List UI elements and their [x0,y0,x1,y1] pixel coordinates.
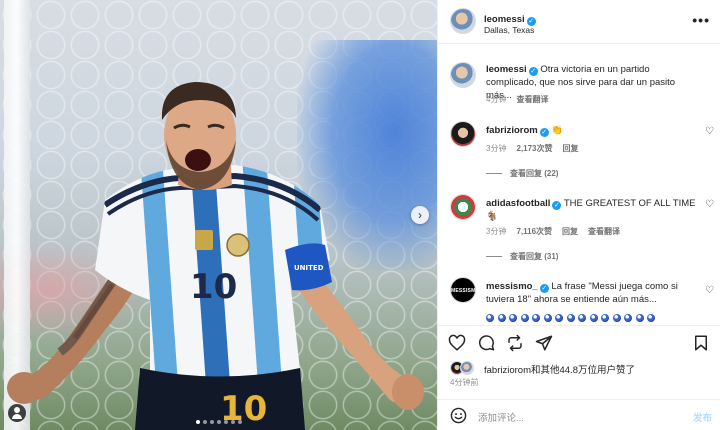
bookmark-icon[interactable] [692,334,710,352]
soccer-ball-icon [566,314,575,322]
likes-summary: fabriziorom和其他44.8万位用户赞了 4分钟前 [438,360,720,390]
soccer-ball-icon [520,314,529,322]
like-comment-icon[interactable]: ♡ [705,285,714,296]
more-options-button[interactable]: ••• [692,12,710,28]
caption-meta: 4分钟 查看翻译 [486,94,548,105]
verified-icon: ✓ [539,284,549,293]
timestamp: 3分钟 [486,144,507,153]
next-photo-button[interactable]: › [411,206,429,224]
soccer-ball-icon [589,314,598,322]
list-item: MESSISMO messismo_✓ La frase "Messi jueg… [438,275,720,325]
likes-count[interactable]: 2,173次赞 [516,144,552,153]
post-timestamp: 4分钟前 [450,378,479,387]
comment-meta: 3分钟 2,173次赞 回复 [486,143,578,154]
soccer-ball-icon [647,314,655,322]
timestamp: 4分钟 [486,95,507,104]
avatar[interactable] [460,361,474,375]
comment-text: messismo_ ✓ La frase "Messi juega como si… [486,280,700,306]
like-comment-icon[interactable]: ♡ [705,199,714,210]
share-icon[interactable] [535,334,553,352]
soccer-ball-icon [635,314,644,322]
translate-link[interactable]: 查看翻译 [588,227,620,236]
timestamp: 3分钟 [486,227,507,236]
post-sidebar: leomessi ✓ Dallas, Texas ••• leomessi ✓ Ot… [437,0,720,430]
list-item: adidasfootball ✓ THE GREATEST OF ALL TIME… [438,192,720,272]
avatar[interactable]: MESSISMO [450,277,476,303]
carousel-dots [0,420,437,424]
post-photo[interactable]: UNITED 10 10 › [0,0,437,430]
player-illustration: UNITED 10 10 [7,82,424,430]
comment-body: THE GREATEST OF ALL TIME [563,198,696,209]
post-actions [438,325,720,361]
caption: leomessi ✓ Otra victoria en un partido co… [438,60,720,110]
view-replies-button[interactable]: 查看回复 (31) [486,251,558,262]
translate-link[interactable]: 查看翻译 [516,95,548,104]
comment-text: fabriziorom ✓ 👏 [486,124,700,137]
verified-icon: ✓ [528,67,538,76]
soccer-ball-row [486,308,659,325]
location-link[interactable]: Dallas, Texas [484,25,534,35]
reply-button[interactable]: 回复 [562,227,578,236]
heart-icon[interactable] [448,334,466,352]
patch-text: UNITED [294,264,324,272]
soccer-ball-icon [532,314,540,322]
soccer-ball-icon [578,314,586,322]
comment-composer: 添加评论... 发布 [438,399,720,430]
soccer-ball-icon [612,314,621,322]
avatar[interactable] [450,62,476,88]
comments-list[interactable]: leomessi ✓ Otra victoria en un partido co… [438,45,720,325]
avatar[interactable] [450,121,476,147]
emoji-icon[interactable] [450,407,467,424]
avatar[interactable] [450,8,476,34]
username-link[interactable]: leomessi [484,14,525,25]
soccer-ball-icon [555,314,563,322]
soccer-ball-icon [624,314,632,322]
verified-icon: ✓ [539,128,549,137]
username-link[interactable]: leomessi [486,64,527,75]
soccer-ball-icon [543,314,552,322]
view-replies-button[interactable]: 查看回复 (22) [486,168,558,179]
soccer-ball-icon [509,314,517,322]
soccer-ball-icon [486,314,494,322]
comment-emoji: 🐐 [486,211,498,222]
verified-icon: ✓ [552,201,562,210]
avatar[interactable] [450,194,476,220]
list-item: fabriziorom ✓ 👏 ♡ 3分钟 2,173次赞 回复 查看回复 (22) [438,119,720,183]
likes-text[interactable]: fabriziorom和其他44.8万位用户赞了 [484,362,635,376]
like-comment-icon[interactable]: ♡ [705,126,714,137]
comment-meta: 3分钟 7,116次赞 回复 查看翻译 [486,226,620,237]
comment-icon[interactable] [477,334,495,352]
avatar-logo-text: MESSISMO [451,288,476,294]
username-link[interactable]: messismo_ [486,281,538,292]
username-link[interactable]: fabriziorom [486,125,538,136]
comment-body: 👏 [551,125,564,136]
comment-text: adidasfootball ✓ THE GREATEST OF ALL TIME… [486,197,700,223]
post-comment-button[interactable]: 发布 [693,410,712,424]
post-header: leomessi ✓ Dallas, Texas ••• [438,0,720,44]
shirt-number: 10 [190,267,237,307]
comment-input[interactable]: 添加评论... [478,410,524,424]
soccer-ball-icon [497,314,506,322]
repost-icon[interactable] [506,334,524,352]
soccer-ball-icon [601,314,609,322]
reply-button[interactable]: 回复 [562,144,578,153]
username-link[interactable]: adidasfootball [486,198,550,209]
likes-count[interactable]: 7,116次赞 [516,227,552,236]
